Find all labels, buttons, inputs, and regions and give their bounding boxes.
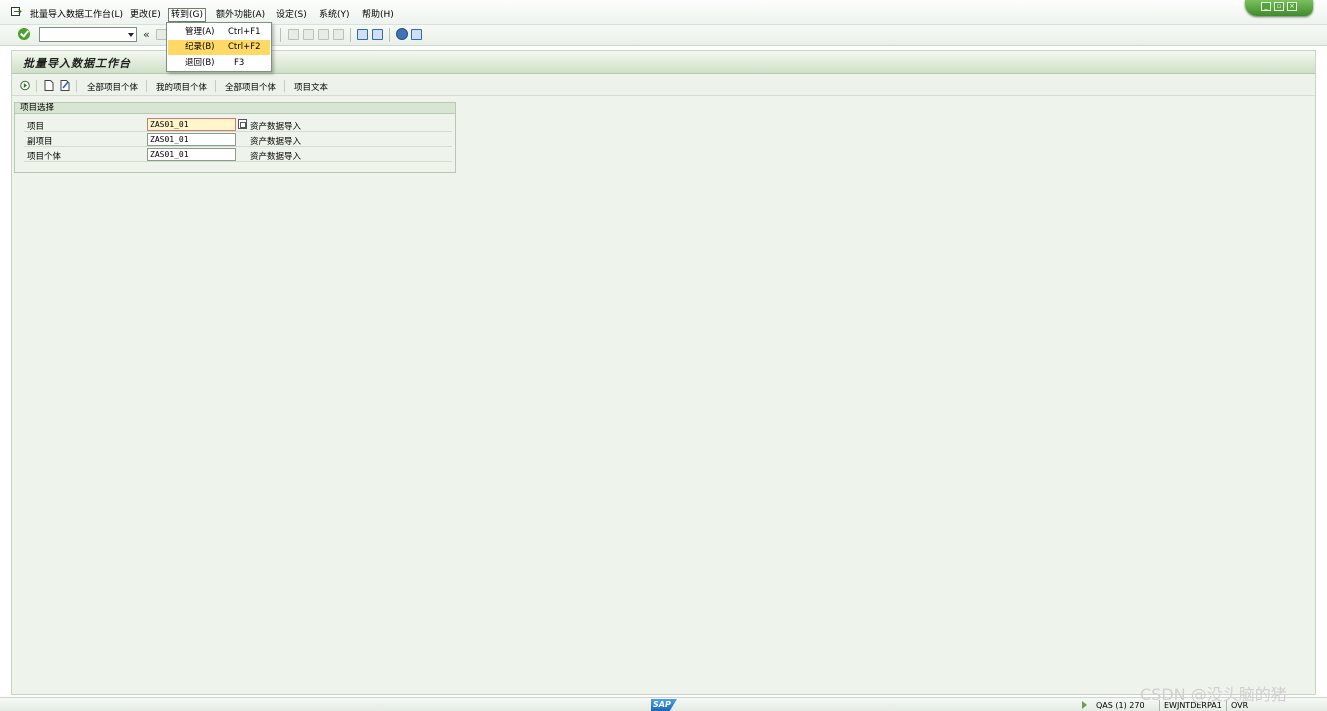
system-info[interactable]: QAS (1) 270 — [1096, 701, 1145, 710]
project-instance-label: 项目个体 — [27, 152, 62, 162]
menu-item-back[interactable]: 退回(B) F3 — [168, 56, 270, 71]
main-frame: 批量导入数据工作台 全部项目个体 我的项目个体 全部项目个体 项目文本 项目选择… — [11, 50, 1316, 695]
menu-help[interactable]: 帮助(H) — [360, 9, 396, 22]
toolbar-separator — [146, 80, 147, 92]
project-label: 项目 — [27, 122, 45, 132]
first-page-icon[interactable] — [288, 29, 299, 40]
menu-edit[interactable]: 更改(E) — [128, 9, 163, 22]
window-controls: _ ▫ × — [1245, 0, 1313, 16]
my-project-instances-button[interactable]: 我的项目个体 — [156, 81, 207, 93]
value-help-icon[interactable] — [238, 119, 247, 129]
menu-system[interactable]: 系统(Y) — [317, 9, 352, 22]
create-document-icon[interactable] — [44, 80, 54, 91]
edit-document-icon[interactable] — [60, 80, 70, 91]
watermark-text: CSDN @没头脑的猪 — [1140, 685, 1287, 704]
layout-menu-icon[interactable] — [411, 29, 422, 40]
collapse-toolbar-icon[interactable]: « — [143, 28, 150, 41]
restore-icon[interactable]: ▫ — [1274, 2, 1284, 11]
row-project-instance: 项目个体 ZAS01_01 资产数据导入 — [24, 148, 452, 162]
chevron-down-icon[interactable] — [128, 33, 134, 37]
menu-extras[interactable]: 额外功能(A) — [214, 9, 267, 22]
application-toolbar: 全部项目个体 我的项目个体 全部项目个体 项目文本 — [12, 75, 1315, 96]
toolbar-separator — [389, 28, 390, 42]
project-description: 资产数据导入 — [250, 122, 302, 132]
shortcut-icon[interactable] — [372, 29, 383, 40]
menu-settings[interactable]: 设定(S) — [274, 9, 309, 22]
new-session-icon[interactable] — [357, 29, 368, 40]
toolbar-separator — [350, 28, 351, 42]
all-project-instances-button[interactable]: 全部项目个体 — [87, 81, 138, 93]
previous-page-icon[interactable] — [303, 29, 314, 40]
exit-icon[interactable] — [11, 7, 22, 17]
menu-item-manage[interactable]: 管理(A) Ctrl+F1 — [168, 25, 270, 40]
toolbar-separator — [215, 80, 216, 92]
last-page-icon[interactable] — [333, 29, 344, 40]
toolbar-separator — [284, 80, 285, 92]
menu-bulk-import[interactable]: 批量导入数据工作台(L) — [28, 9, 125, 22]
subproject-description: 资产数据导入 — [250, 137, 302, 147]
play-icon[interactable] — [1082, 701, 1087, 709]
next-page-icon[interactable] — [318, 29, 329, 40]
project-text-button[interactable]: 项目文本 — [294, 81, 328, 93]
minimize-icon[interactable]: _ — [1261, 2, 1271, 11]
sap-logo: SAP — [651, 699, 677, 711]
toolbar-separator — [36, 80, 37, 92]
group-title: 项目选择 — [15, 103, 455, 114]
toolbar-separator — [76, 80, 77, 92]
menu-goto[interactable]: 转到(G) — [168, 8, 206, 22]
status-bar: SAP QAS (1) 270 EWJNTDERPA1 OVR — [0, 697, 1327, 711]
project-instance-input[interactable]: ZAS01_01 — [147, 148, 236, 161]
goto-dropdown-menu: 管理(A) Ctrl+F1 纪录(B) Ctrl+F2 退回(B) F3 — [166, 22, 272, 72]
menu-item-log[interactable]: 纪录(B) Ctrl+F2 — [168, 40, 270, 55]
subproject-input[interactable]: ZAS01_01 — [147, 133, 236, 146]
page-title: 批量导入数据工作台 — [23, 57, 131, 70]
project-selection-group: 项目选择 项目 ZAS01_01 资产数据导入 副项目 ZAS01_01 资产数… — [14, 102, 456, 173]
all-project-instances-button-2[interactable]: 全部项目个体 — [225, 81, 276, 93]
row-subproject: 副项目 ZAS01_01 资产数据导入 — [24, 133, 452, 147]
project-input[interactable]: ZAS01_01 — [147, 118, 236, 131]
subproject-label: 副项目 — [27, 137, 53, 147]
execute-icon[interactable] — [20, 80, 30, 91]
project-instance-description: 资产数据导入 — [250, 152, 302, 162]
help-icon[interactable] — [396, 28, 408, 40]
toolbar-separator — [280, 28, 281, 42]
enter-check-icon[interactable] — [18, 28, 30, 40]
row-project: 项目 ZAS01_01 资产数据导入 — [24, 118, 452, 132]
close-icon[interactable]: × — [1287, 2, 1297, 11]
command-field[interactable] — [39, 27, 137, 42]
